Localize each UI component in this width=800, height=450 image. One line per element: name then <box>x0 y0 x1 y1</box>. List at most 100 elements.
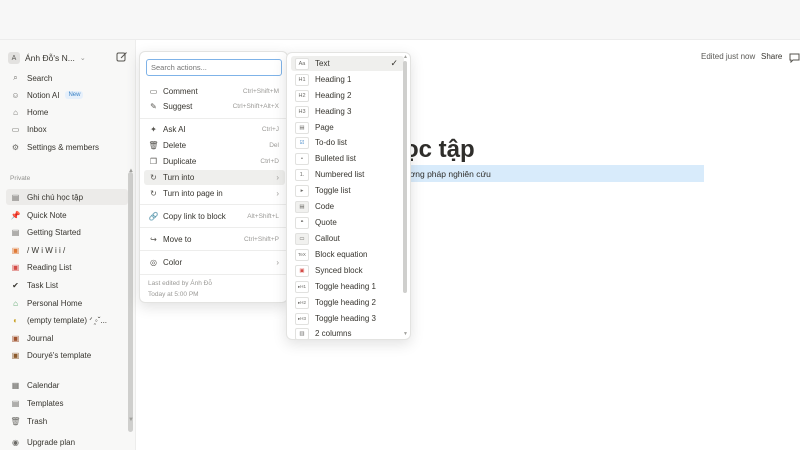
sidebar-page-ghi-chu-hoc-tap[interactable]: ▤ Ghi chú học tập <box>6 189 128 205</box>
pin-icon: 📌 <box>10 210 21 220</box>
menu-item-label: Quote <box>315 218 337 227</box>
turn-into-toggle-heading-3[interactable]: ▸H3 Toggle heading 3 <box>291 311 404 326</box>
sidebar-item-label: Notion AI <box>27 90 60 100</box>
turn-into-2-columns[interactable]: ▥ 2 columns <box>291 326 404 339</box>
sidebar-scrollbar[interactable] <box>128 172 133 432</box>
menu-item-move-to[interactable]: ↪ Move to Ctrl+Shift+P <box>144 232 285 247</box>
sidebar-page-personal-home[interactable]: ⌂ Personal Home <box>6 295 128 311</box>
trash-icon: 🗑 <box>10 416 21 426</box>
sidebar-page-wiwii[interactable]: ▣ / W i W i i / <box>6 242 128 258</box>
workspace-switcher[interactable]: A Ánh Đỗ's N... ⌄ <box>8 50 86 66</box>
menu-item-label: Callout <box>315 234 340 243</box>
turn-into-synced-block[interactable]: ▣ Synced block <box>291 263 404 278</box>
menu-item-label: Bulleted list <box>315 154 356 163</box>
toggle-list-icon: ▸ <box>295 184 309 197</box>
heading-1-icon: H1 <box>295 73 309 86</box>
toggle-heading-1-icon: ▸H1 <box>295 280 309 293</box>
menu-item-label: Page <box>315 123 334 132</box>
trash-icon: 🗑 <box>148 141 159 150</box>
sidebar-item-settings[interactable]: ⚙ Settings & members <box>6 139 128 155</box>
turn-into-callout[interactable]: ▭ Callout <box>291 231 404 246</box>
menu-item-label: Ask AI <box>163 125 186 134</box>
turn-into-text[interactable]: Aa Text ✓ <box>291 56 404 71</box>
sidebar-item-label: Task List <box>27 280 59 290</box>
menu-item-label: Comment <box>163 87 198 96</box>
inbox-icon: ▭ <box>11 124 20 134</box>
menu-item-suggest[interactable]: ✎ Suggest Ctrl+Shift+Alt+X <box>144 99 285 114</box>
link-icon: 🔗 <box>148 212 159 221</box>
turn-into-toggle-list[interactable]: ▸ Toggle list <box>291 183 404 198</box>
sidebar-page-getting-started[interactable]: ▤ Getting Started <box>6 224 128 240</box>
sidebar-page-quick-note[interactable]: 📌 Quick Note <box>6 207 128 223</box>
menu-item-label: Color <box>163 258 183 267</box>
new-page-icon[interactable] <box>116 51 128 63</box>
comment-icon[interactable] <box>789 52 800 63</box>
submenu-scrollbar[interactable] <box>403 61 407 293</box>
turn-into-toggle-heading-2[interactable]: ▸H2 Toggle heading 2 <box>291 295 404 310</box>
menu-item-color[interactable]: ◎ Color › <box>144 255 285 270</box>
sidebar-page-empty-template[interactable]: ◐ (empty template) ᐟ ̯◦ˇ... <box>6 312 128 328</box>
menu-item-label: Duplicate <box>163 157 197 166</box>
workspace-avatar: A <box>8 52 20 64</box>
sidebar-item-label: Ghi chú học tập <box>27 192 84 202</box>
turn-into-heading-3[interactable]: H3 Heading 3 <box>291 104 404 119</box>
menu-item-label: Toggle heading 3 <box>315 314 376 323</box>
turn-into-block-equation[interactable]: TeX Block equation <box>291 247 404 262</box>
sidebar-item-home[interactable]: ⌂ Home <box>6 104 128 120</box>
menu-item-turn-into[interactable]: ↻ Turn into › <box>144 170 285 185</box>
columns-icon: ▥ <box>295 327 309 339</box>
sidebar-item-trash[interactable]: 🗑 Trash <box>6 413 128 429</box>
menu-item-delete[interactable]: 🗑 Delete Del <box>144 138 285 153</box>
duplicate-icon: ❐ <box>149 157 158 166</box>
turn-into-quote[interactable]: ❝ Quote <box>291 215 404 230</box>
scroll-down-icon[interactable]: ▼ <box>128 417 134 423</box>
pencil-icon: ✎ <box>150 102 157 111</box>
turn-into-icon: ↻ <box>150 173 157 182</box>
sidebar-item-inbox[interactable]: ▭ Inbox <box>6 121 128 137</box>
checkmark-icon: ✔ <box>12 280 19 290</box>
calendar-icon: ▦ <box>11 380 20 390</box>
menu-item-turn-into-page-in[interactable]: ↻ Turn into page in › <box>144 186 285 201</box>
sidebar-item-notion-ai[interactable]: ☺ Notion AI New <box>6 87 128 103</box>
menu-item-duplicate[interactable]: ❐ Duplicate Ctrl+D <box>144 154 285 169</box>
sidebar-page-douryes-template[interactable]: ▣ Douryé's template <box>6 347 128 363</box>
book-icon: ▣ <box>11 262 20 272</box>
turn-into-numbered-list[interactable]: 1. Numbered list <box>291 167 404 182</box>
sidebar-item-search[interactable]: ⌕ Search <box>6 70 128 86</box>
sidebar-item-upgrade[interactable]: ◉ Upgrade plan <box>6 434 128 450</box>
menu-item-ask-ai[interactable]: ✦ Ask AI Ctrl+J <box>144 122 285 137</box>
journal-icon: ▣ <box>11 333 20 343</box>
menu-item-label: 2 columns <box>315 329 352 338</box>
chevron-right-icon: › <box>276 173 279 182</box>
menu-divider <box>140 118 287 119</box>
menu-item-comment[interactable]: ▭ Comment Ctrl+Shift+M <box>144 84 285 99</box>
settings-icon: ⚙ <box>11 142 20 152</box>
sidebar-item-label: Search <box>27 73 53 83</box>
turn-into-todo-list[interactable]: ☑ To-do list <box>291 135 404 150</box>
scroll-down-icon[interactable]: ▼ <box>403 331 408 337</box>
turn-into-heading-2[interactable]: H2 Heading 2 <box>291 88 404 103</box>
equation-icon: TeX <box>295 248 309 261</box>
menu-item-copy-link[interactable]: 🔗 Copy link to block Alt+Shift+L <box>144 209 285 224</box>
turn-into-bulleted-list[interactable]: • Bulleted list <box>291 151 404 166</box>
menu-item-label: Heading 1 <box>315 75 352 84</box>
search-actions-input[interactable] <box>146 59 282 76</box>
scroll-up-icon[interactable]: ▲ <box>128 168 134 174</box>
turn-into-toggle-heading-1[interactable]: ▸H1 Toggle heading 1 <box>291 279 404 294</box>
sidebar-item-calendar[interactable]: ▦ Calendar <box>6 377 128 393</box>
page-icon: ▤ <box>11 192 20 202</box>
share-button[interactable]: Share <box>761 52 782 61</box>
sidebar-page-reading-list[interactable]: ▣ Reading List <box>6 259 128 275</box>
sidebar-item-label: (empty template) ᐟ ̯◦ˇ... <box>27 315 108 325</box>
sidebar-item-templates[interactable]: ▤ Templates <box>6 395 128 411</box>
turn-into-page[interactable]: ▤ Page <box>291 120 404 135</box>
turn-into-heading-1[interactable]: H1 Heading 1 <box>291 72 404 87</box>
sidebar-page-journal[interactable]: ▣ Journal <box>6 330 128 346</box>
turn-into-code[interactable]: ▤ Code <box>291 199 404 214</box>
menu-divider <box>140 250 287 251</box>
sidebar-page-task-list[interactable]: ✔ Task List <box>6 277 128 293</box>
selected-block-text[interactable]: ương pháp nghiên cứu <box>404 169 491 179</box>
sidebar-item-label: Calendar <box>27 380 60 390</box>
turn-into-submenu: ▲ Aa Text ✓ H1 Heading 1 H2 Heading 2 H3 Head… <box>286 52 411 340</box>
shortcut-label: Ctrl+D <box>260 158 279 165</box>
